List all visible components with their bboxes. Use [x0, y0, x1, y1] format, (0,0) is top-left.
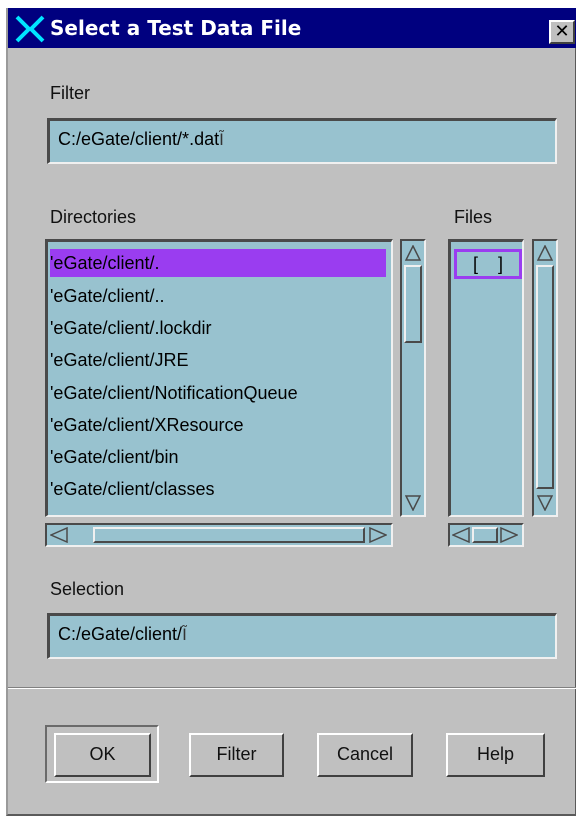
scrollbar-thumb[interactable]	[472, 527, 498, 543]
directory-item[interactable]: 'eGate/client/.lockdir	[50, 314, 386, 342]
filter-input-value: C:/eGate/client/*.dat	[58, 129, 220, 149]
directory-item[interactable]: 'eGate/client/bin	[50, 443, 386, 471]
filter-button[interactable]: Filter	[189, 733, 284, 777]
directory-item[interactable]: 'eGate/client/classes	[50, 475, 386, 503]
text-cursor-icon: Ĩ	[219, 130, 224, 149]
close-button[interactable]: ✕	[549, 20, 575, 44]
files-vertical-scrollbar[interactable]	[532, 239, 558, 517]
file-item[interactable]: [ ]	[454, 249, 522, 279]
scrollbar-thumb[interactable]	[536, 265, 554, 489]
files-horizontal-scrollbar[interactable]	[448, 523, 524, 547]
directories-horizontal-scrollbar[interactable]	[45, 523, 393, 547]
directory-item[interactable]: 'eGate/client/.	[50, 249, 386, 277]
select-file-dialog: Select a Test Data File ✕ Filter C:/eGat…	[6, 8, 576, 816]
directories-list[interactable]: 'eGate/client/. 'eGate/client/.. 'eGate/…	[45, 239, 393, 517]
directory-item[interactable]: 'eGate/client/JRE	[50, 346, 386, 374]
arrow-left-icon[interactable]	[452, 527, 470, 543]
arrow-right-icon[interactable]	[369, 527, 387, 543]
help-button[interactable]: Help	[446, 733, 545, 777]
directory-item[interactable]: 'eGate/client/XResource	[50, 411, 386, 439]
cancel-button[interactable]: Cancel	[317, 733, 413, 777]
text-cursor-icon: Ĩ	[182, 625, 187, 644]
arrow-up-icon[interactable]	[537, 245, 553, 261]
arrow-right-icon[interactable]	[500, 527, 518, 543]
selection-input-value: C:/eGate/client/	[58, 624, 183, 644]
selection-input[interactable]: C:/eGate/client/Ĩ	[47, 613, 557, 659]
directories-label: Directories	[50, 207, 137, 227]
window-title: Select a Test Data File	[50, 16, 302, 40]
arrow-left-icon[interactable]	[50, 527, 68, 543]
directory-item[interactable]: 'eGate/client/NotificationQueue	[50, 379, 386, 407]
x-logo-icon	[15, 15, 45, 43]
arrow-down-icon[interactable]	[537, 495, 553, 511]
filter-label: Filter	[50, 83, 90, 103]
ok-button[interactable]: OK	[54, 733, 151, 777]
files-label: Files	[454, 207, 493, 227]
close-icon: ✕	[554, 21, 570, 42]
arrow-up-icon[interactable]	[405, 245, 421, 261]
title-bar[interactable]: Select a Test Data File ✕	[8, 8, 576, 48]
filter-input[interactable]: C:/eGate/client/*.datĨ	[47, 118, 557, 164]
scrollbar-thumb[interactable]	[93, 527, 365, 543]
separator	[8, 687, 576, 689]
directory-item[interactable]: 'eGate/client/..	[50, 282, 386, 310]
selection-label: Selection	[50, 579, 125, 599]
scrollbar-thumb[interactable]	[404, 265, 422, 343]
directories-vertical-scrollbar[interactable]	[400, 239, 426, 517]
arrow-down-icon[interactable]	[405, 495, 421, 511]
files-list[interactable]: [ ]	[448, 239, 524, 517]
